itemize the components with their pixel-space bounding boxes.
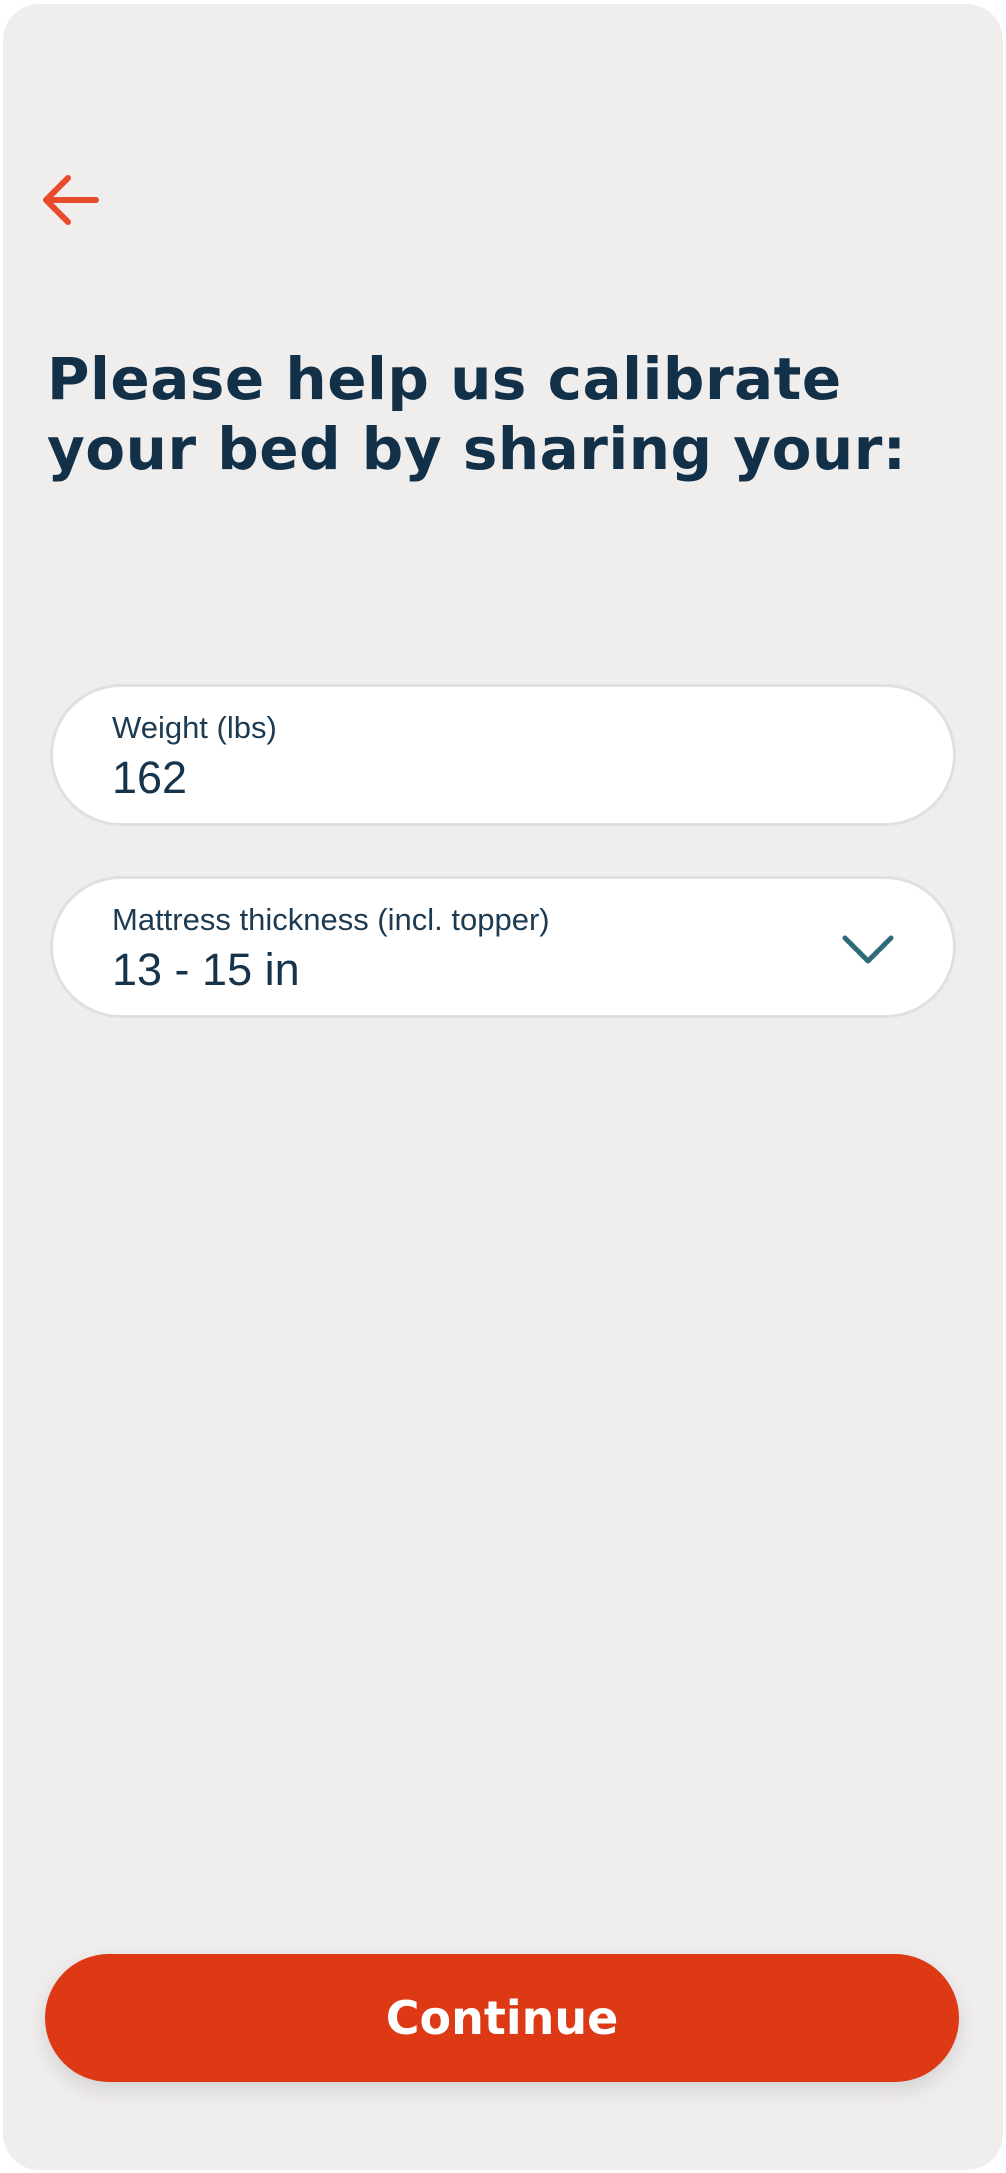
weight-label: Weight (lbs) — [112, 710, 277, 745]
mattress-thickness-label: Mattress thickness (incl. topper) — [112, 902, 550, 937]
chevron-down-icon[interactable] — [841, 923, 895, 977]
calibration-screen: Please help us calibrate your bed by sha… — [3, 4, 1003, 2170]
page-heading: Please help us calibrate your bed by sha… — [47, 345, 907, 483]
back-button[interactable] — [33, 166, 105, 238]
weight-input[interactable] — [112, 751, 712, 805]
weight-field[interactable]: Weight (lbs) — [50, 684, 956, 826]
arrow-left-icon — [38, 172, 100, 233]
mattress-thickness-value: 13 - 15 in — [112, 944, 300, 995]
mattress-thickness-select[interactable]: Mattress thickness (incl. topper) 13 - 1… — [50, 876, 956, 1018]
continue-button[interactable]: Continue — [45, 1954, 959, 2082]
